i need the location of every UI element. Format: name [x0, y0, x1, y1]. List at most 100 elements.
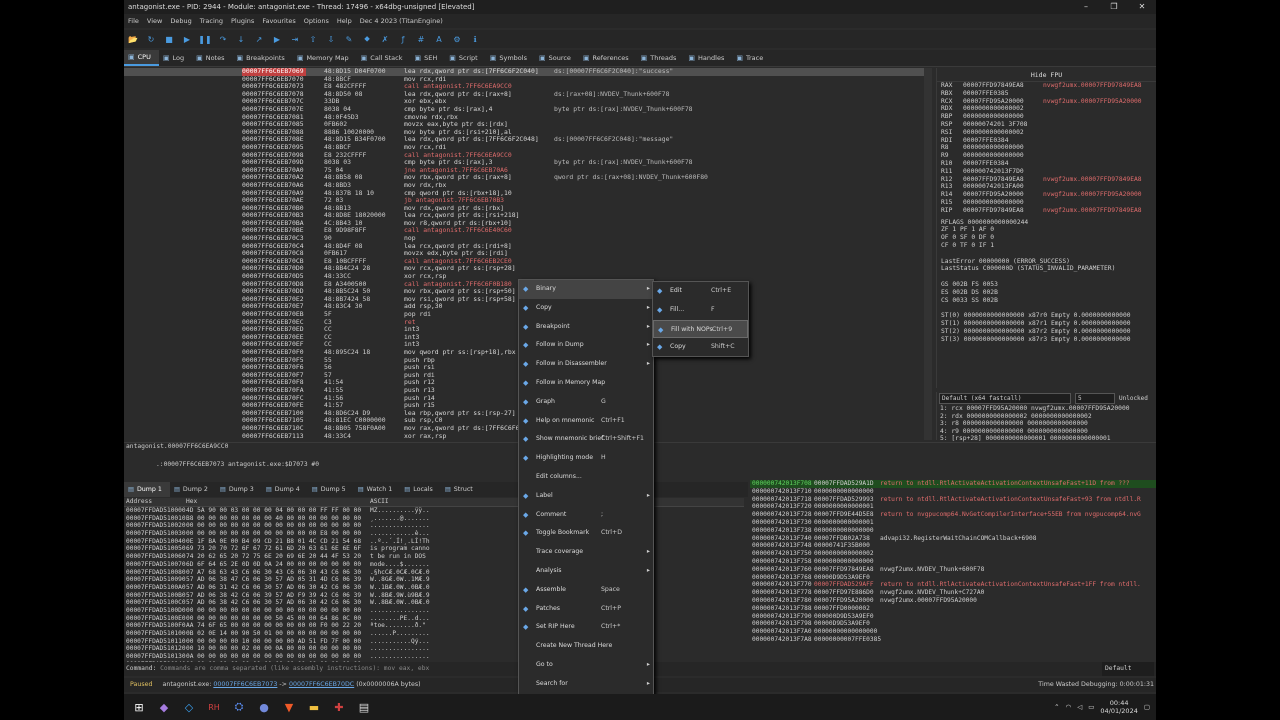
register-row[interactable]: R12 00007FFD97849EA8 nvwgf2umx.00007FFD978… — [937, 176, 1156, 184]
flag-row[interactable]: RFLAGS 0000000000000244 — [937, 219, 1156, 227]
notepad-icon[interactable]: ▤ — [353, 696, 375, 718]
stop-icon[interactable]: ■ — [162, 32, 176, 46]
tab-call-stack[interactable]: ▣ Call Stack — [357, 50, 411, 66]
stack-row[interactable]: 000000742013F750 0000000000000002 — [750, 550, 1156, 558]
stack-row[interactable]: 000000742013F768 00000D9D53A9EF0 — [750, 574, 1156, 582]
flag-row[interactable]: GS 002B FS 0053 — [937, 281, 1156, 289]
stack-row[interactable]: 000000742013F730 0000000000000001 — [750, 519, 1156, 527]
menu-item[interactable]: Debug — [166, 14, 195, 28]
tab-dump-3[interactable]: ▤ Dump 3 — [216, 482, 262, 497]
animate-icon[interactable]: ⇥ — [288, 32, 302, 46]
minimize-button[interactable]: – — [1072, 0, 1100, 14]
menu-item[interactable]: View — [143, 14, 166, 28]
flag-row[interactable]: ST(3) 0000000000000000 x87r3 Empty 0.000… — [937, 336, 1156, 344]
menu-item-trace-coverage[interactable]: Trace coverage ▸ — [519, 543, 653, 562]
stack-row[interactable]: 000000742013F760 00007FFD97849EA8 nvwgf2um… — [750, 566, 1156, 574]
tab-memory-map[interactable]: ▣ Memory Map — [293, 50, 357, 66]
menu-item[interactable]: File — [124, 14, 143, 28]
tab-seh[interactable]: ▣ SEH — [411, 50, 446, 66]
menu-item-search-for[interactable]: Search for ▸ — [519, 675, 653, 694]
stack-row[interactable]: 000000742013F728 00007FFD9E44D5E8 return t… — [750, 511, 1156, 519]
stack-row[interactable]: 000000742013F738 0000000000000000 — [750, 527, 1156, 535]
stack-row[interactable]: 000000742013F770 00007FFDAD529AFF return t… — [750, 581, 1156, 589]
menu-item-toggle-bookmark[interactable]: ◆ Toggle Bookmark Ctrl+D — [519, 524, 653, 543]
step-into-icon[interactable]: ↷ — [216, 32, 230, 46]
tab-threads[interactable]: ▣ Threads — [637, 50, 685, 66]
flag-row[interactable]: LastError 00000000 (ERROR_SUCCESS) — [937, 258, 1156, 266]
hide-fpu-button[interactable]: Hide FPU — [937, 68, 1156, 82]
flag-row[interactable]: CS 0033 SS 002B — [937, 297, 1156, 305]
flag-row[interactable]: LastStatus C000000D (STATUS_INVALID_PARA… — [937, 265, 1156, 273]
tab-dump-5[interactable]: ▤ Dump 5 — [308, 482, 354, 497]
battery-icon[interactable]: ▭ — [1088, 703, 1094, 711]
stack-row[interactable]: 000000742013F718 00007FFDAD529993 return t… — [750, 496, 1156, 504]
tab-dump-4[interactable]: ▤ Dump 4 — [262, 482, 308, 497]
menu-item-label[interactable]: ◆ Label ▸ — [519, 487, 653, 506]
visual-studio-icon[interactable]: ◆ — [153, 696, 175, 718]
menu-item-create-new-thread-here[interactable]: Create New Thread Here — [519, 637, 653, 656]
unlocked-checkbox[interactable]: Unlocked — [1119, 395, 1148, 403]
font-icon[interactable]: A — [432, 32, 446, 46]
tab-handles[interactable]: ▣ Handles — [684, 50, 732, 66]
notification-icon[interactable]: ▢ — [1144, 703, 1150, 711]
trace-into-icon[interactable]: ⇧ — [306, 32, 320, 46]
menu-item[interactable]: Favourites — [258, 14, 299, 28]
flag-row[interactable]: ZF 1 PF 1 AF 0 — [937, 226, 1156, 234]
register-row[interactable]: RBX 00007FFE0385 — [937, 90, 1156, 98]
menu-item-fill-with-nops[interactable]: ◆ Fill with NOPs Ctrl+9 — [653, 319, 748, 339]
command-mode-select[interactable]: Default — [1102, 662, 1154, 676]
stack-view[interactable]: 000000742013F708 00007FFDAD529A1D return t… — [750, 480, 1156, 658]
menu-item-copy[interactable]: ◆ Copy Shift+C — [653, 338, 748, 357]
app-icon[interactable]: ⛭ — [228, 696, 250, 718]
status-link-end[interactable]: 00007FF6C6EB70DC — [289, 681, 354, 688]
file-explorer-icon[interactable]: ▬ — [303, 696, 325, 718]
tab-source[interactable]: ▣ Source — [535, 50, 579, 66]
bookmark-icon[interactable]: ⬥ — [360, 32, 374, 46]
flag-row[interactable] — [937, 273, 1156, 281]
register-row[interactable]: RCX 00007FFD95A20000 nvwgf2umx.00007FFD95A… — [937, 98, 1156, 106]
menu-item-binary[interactable]: ◆ Binary ▸ — [519, 280, 653, 299]
stack-row[interactable]: 000000742013F740 00007FFDB02A738 advapi32.… — [750, 535, 1156, 543]
tab-trace[interactable]: ▣ Trace — [732, 50, 771, 66]
tab-cpu[interactable]: ▣ CPU — [124, 50, 159, 66]
menu-item-follow-in-memory-map[interactable]: ◆ Follow in Memory Map — [519, 374, 653, 393]
menu-item-graph[interactable]: ◆ Graph G — [519, 393, 653, 412]
stack-row[interactable]: 000000742013F780 00007FFD95A20000 nvwgf2um… — [750, 597, 1156, 605]
register-row[interactable]: R8 0000000000000000 — [937, 144, 1156, 152]
maximize-button[interactable]: ❐ — [1100, 0, 1128, 14]
arg-count-select[interactable]: 5 — [1075, 393, 1115, 404]
brave-icon[interactable]: ▼ — [278, 696, 300, 718]
register-row[interactable]: RIP 00007FFD97849EA8 nvwgf2umx.00007FFD978… — [937, 207, 1156, 215]
tab-struct[interactable]: ▤ Struct — [441, 482, 481, 497]
function-icon[interactable]: ƒ — [396, 32, 410, 46]
clear-icon[interactable]: ✗ — [378, 32, 392, 46]
menu-item-edit-columns[interactable]: Edit columns... — [519, 468, 653, 487]
pause-icon[interactable]: ❚❚ — [198, 32, 212, 46]
stack-row[interactable]: 000000742013F790 000000D9D53A9EF0 — [750, 613, 1156, 621]
tab-symbols[interactable]: ▣ Symbols — [486, 50, 535, 66]
settings-icon[interactable]: ⚙ — [450, 32, 464, 46]
stack-row[interactable]: 000000742013F710 0000000000000000 — [750, 488, 1156, 496]
register-row[interactable]: RSI 0000000000000002 — [937, 129, 1156, 137]
menu-item[interactable]: Plugins — [227, 14, 258, 28]
register-row[interactable]: RBP 0000000000000000 — [937, 113, 1156, 121]
open-icon[interactable]: 📂 — [126, 32, 140, 46]
patch-icon[interactable]: ✎ — [342, 32, 356, 46]
tab-dump-1[interactable]: ▤ Dump 1 — [124, 482, 170, 497]
flag-row[interactable]: ST(1) 0000000000000000 x87r1 Empty 0.000… — [937, 320, 1156, 328]
stack-row[interactable]: 000000742013F7A8 00000000007FFE0385 — [750, 636, 1156, 644]
menu-item-help-on-mnemonic[interactable]: ◆ Help on mnemonic Ctrl+F1 — [519, 412, 653, 431]
register-row[interactable]: R14 00007FFD95A20000 nvwgf2umx.00007FFD95A… — [937, 191, 1156, 199]
stack-row[interactable]: 000000742013F720 0000000000000001 — [750, 503, 1156, 511]
execute-till-return-icon[interactable]: ↗ — [252, 32, 266, 46]
about-icon[interactable]: ℹ — [468, 32, 482, 46]
status-link-start[interactable]: 00007FF6C6EB7073 — [213, 681, 277, 688]
restart-icon[interactable]: ↻ — [144, 32, 158, 46]
close-button[interactable]: ✕ — [1128, 0, 1156, 14]
tab-dump-2[interactable]: ▤ Dump 2 — [170, 482, 216, 497]
menu-item-show-mnemonic-brief[interactable]: ◆ Show mnemonic brief Ctrl+Shift+F1 — [519, 430, 653, 449]
tray-chevron-icon[interactable]: ⌃ — [1054, 703, 1059, 711]
menu-item-analysis[interactable]: Analysis ▸ — [519, 562, 653, 581]
tab-watch-1[interactable]: ▤ Watch 1 — [354, 482, 401, 497]
menu-item-follow-in-disassembler[interactable]: ◆ Follow in Disassembler ▸ — [519, 355, 653, 374]
